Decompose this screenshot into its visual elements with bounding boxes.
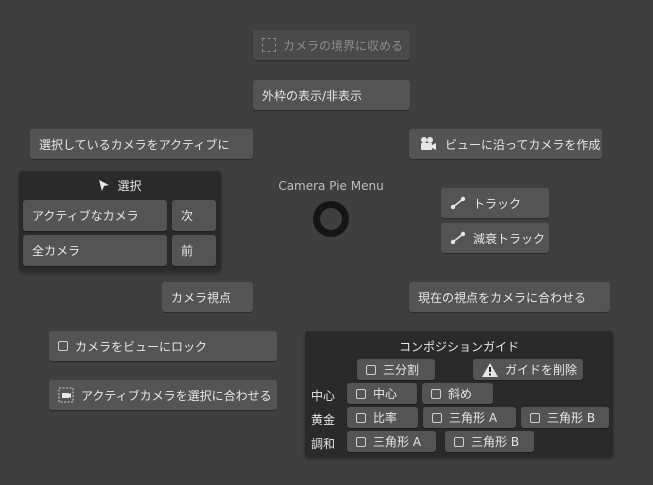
center-guide-label: 中心 xyxy=(373,387,398,401)
fit-camera-bounds-label: カメラの境界に収める xyxy=(283,38,404,53)
center-guide-toggle[interactable]: 中心 xyxy=(347,383,417,404)
select-panel: 選択 アクティブなカメラ 次 全カメラ 前 xyxy=(19,171,221,271)
checkbox-icon xyxy=(356,436,366,447)
set-active-camera-label: 選択しているカメラをアクティブに xyxy=(39,137,230,152)
composition-guides-panel: コンポジションガイド 三分割 ガイドを削除 中心 中心 斜め 黄金 比率 三角形… xyxy=(305,331,613,457)
camera-select-icon xyxy=(58,387,74,403)
pie-center-ring-icon xyxy=(313,201,349,237)
constraint-icon xyxy=(450,231,466,245)
fit-active-camera-to-selected-label: アクティブカメラを選択に合わせる xyxy=(81,388,272,403)
set-active-camera-button[interactable]: 選択しているカメラをアクティブに xyxy=(30,129,253,159)
create-camera-from-view-button[interactable]: ビューに沿ってカメラを作成 xyxy=(409,129,602,159)
golden-triangle-a-toggle[interactable]: 三角形 A xyxy=(423,407,516,428)
harmony-triangle-a-toggle[interactable]: 三角形 A xyxy=(347,431,436,452)
camera-view-button[interactable]: カメラ視点 xyxy=(162,282,253,312)
center-row-label: 中心 xyxy=(311,389,336,403)
previous-camera-button[interactable]: 前 xyxy=(172,235,216,266)
lock-camera-to-view-toggle[interactable]: カメラをビューにロック xyxy=(49,331,277,361)
track-label: トラック xyxy=(473,196,522,211)
checkbox-icon xyxy=(530,412,540,423)
select-panel-header: 選択 xyxy=(19,177,221,194)
cursor-arrow-icon xyxy=(98,179,110,193)
toggle-frame-label: 外枠の表示/非表示 xyxy=(262,88,363,103)
select-active-camera-button[interactable]: アクティブなカメラ xyxy=(23,200,167,231)
diagonal-guide-toggle[interactable]: 斜め xyxy=(422,383,493,404)
damped-track-button[interactable]: 減衰トラック xyxy=(441,223,549,253)
golden-ratio-label: 比率 xyxy=(373,411,398,425)
select-panel-title: 選択 xyxy=(117,179,142,193)
checkbox-icon xyxy=(356,388,366,399)
align-camera-to-view-label: 現在の視点をカメラに合わせる xyxy=(418,290,587,305)
next-camera-label: 次 xyxy=(181,209,194,223)
checkbox-icon xyxy=(432,412,442,423)
checkbox-icon xyxy=(454,436,464,447)
toggle-frame-button[interactable]: 外枠の表示/非表示 xyxy=(253,80,410,110)
golden-ratio-toggle[interactable]: 比率 xyxy=(347,407,418,428)
golden-triangle-b-toggle[interactable]: 三角形 B xyxy=(521,407,609,428)
fit-active-camera-to-selected-button[interactable]: アクティブカメラを選択に合わせる xyxy=(49,380,277,410)
golden-triangle-b-label: 三角形 B xyxy=(547,411,596,425)
video-camera-icon xyxy=(418,136,438,152)
diagonal-guide-label: 斜め xyxy=(448,387,473,401)
select-box-icon xyxy=(262,38,276,52)
align-camera-to-view-button[interactable]: 現在の視点をカメラに合わせる xyxy=(409,282,610,312)
fit-camera-bounds-button[interactable]: カメラの境界に収める xyxy=(253,30,410,60)
select-active-camera-label: アクティブなカメラ xyxy=(32,209,139,223)
thirds-guide-label: 三分割 xyxy=(383,363,420,377)
checkbox-icon xyxy=(431,388,441,399)
lock-camera-to-view-label: カメラをビューにロック xyxy=(75,339,208,354)
select-all-cameras-label: 全カメラ xyxy=(32,244,81,258)
next-camera-button[interactable]: 次 xyxy=(172,200,216,231)
golden-triangle-a-label: 三角形 A xyxy=(449,411,498,425)
create-camera-from-view-label: ビューに沿ってカメラを作成 xyxy=(445,137,601,152)
golden-row-label: 黄金 xyxy=(311,413,336,427)
constraint-icon xyxy=(450,196,466,210)
track-button[interactable]: トラック xyxy=(441,188,549,218)
harmony-triangle-b-label: 三角形 B xyxy=(471,435,520,449)
harmony-triangle-b-toggle[interactable]: 三角形 B xyxy=(445,431,534,452)
checkbox-icon xyxy=(356,412,366,423)
checkbox-icon xyxy=(366,364,376,375)
camera-view-label: カメラ視点 xyxy=(171,290,232,305)
select-all-cameras-button[interactable]: 全カメラ xyxy=(23,235,167,266)
delete-guides-label: ガイドを削除 xyxy=(505,363,578,377)
thirds-guide-toggle[interactable]: 三分割 xyxy=(357,359,435,380)
pie-menu-title: Camera Pie Menu xyxy=(278,179,384,193)
previous-camera-label: 前 xyxy=(181,244,194,258)
checkbox-icon xyxy=(58,341,68,351)
damped-track-label: 減衰トラック xyxy=(473,231,546,246)
warning-icon xyxy=(482,362,498,377)
composition-guides-title: コンポジションガイド xyxy=(398,340,519,354)
harmony-row-label: 調和 xyxy=(311,437,336,451)
delete-guides-button[interactable]: ガイドを削除 xyxy=(473,359,583,380)
harmony-triangle-a-label: 三角形 A xyxy=(373,435,422,449)
